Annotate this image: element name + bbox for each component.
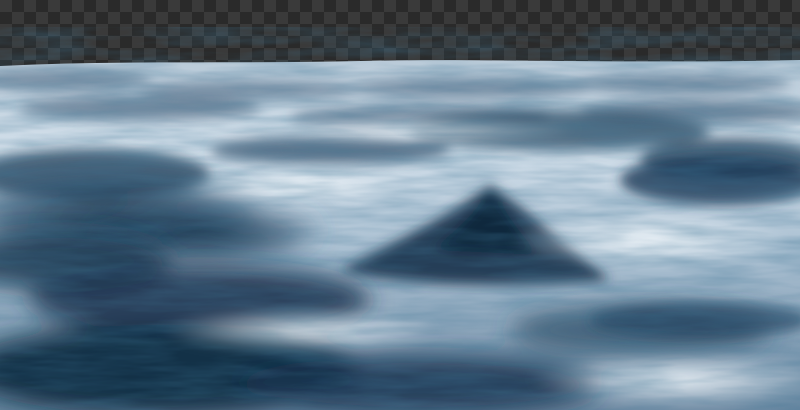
ocean-waves-image — [0, 60, 800, 410]
photo-canvas — [0, 0, 800, 410]
